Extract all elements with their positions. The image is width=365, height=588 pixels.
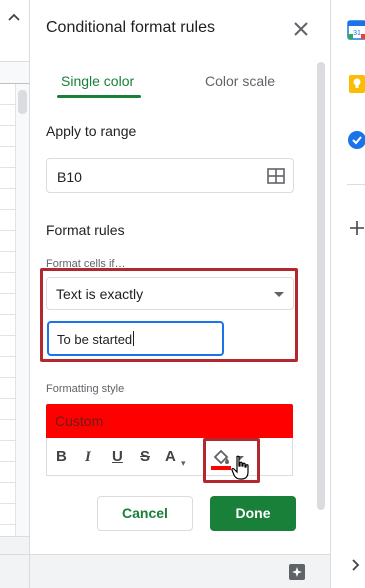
sheet-toolbar [0,0,29,62]
range-input[interactable]: B10 [46,158,294,193]
bold-button[interactable]: B [56,448,67,466]
tab-single-color[interactable]: Single color [61,73,134,89]
format-rules-label: Format rules [46,222,125,238]
range-value: B10 [57,169,82,185]
close-icon[interactable] [292,20,310,38]
strikethrough-button[interactable]: S [140,448,150,466]
svg-text:31: 31 [353,30,361,37]
add-icon[interactable] [349,220,365,236]
side-panel-divider [347,184,365,185]
panel-title: Conditional format rules [46,19,215,36]
sheet-tabs-bar [0,554,29,588]
explore-icon[interactable] [288,563,306,581]
style-preview[interactable]: Custom [46,404,293,438]
side-panel: 31 [330,0,365,588]
panel-bottom-bar [30,554,331,588]
keep-icon[interactable] [347,74,365,94]
tab-color-scale[interactable]: Color scale [205,73,275,89]
style-preview-text: Custom [55,413,104,429]
select-range-grid-icon[interactable] [267,168,285,184]
italic-button[interactable]: I [85,448,91,466]
formatting-style-label: Formatting style [46,383,125,395]
column-header [0,62,29,84]
sheet-scrollbar-track[interactable] [16,84,29,536]
sheet-scrollbar-thumb[interactable] [18,90,27,114]
chevron-right-icon[interactable] [351,558,361,572]
panel-scrollbar-thumb[interactable] [317,62,325,510]
tasks-icon[interactable] [347,130,365,150]
annotation-highlight-box-fill [203,438,260,483]
annotation-highlight-box [40,268,298,362]
text-color-button[interactable]: A [165,448,176,466]
calendar-icon[interactable]: 31 [347,20,365,40]
spreadsheet-area [0,0,29,588]
chevron-up-icon[interactable] [6,9,22,25]
text-color-caret-icon[interactable]: ▾ [181,454,186,472]
apply-range-label: Apply to range [46,123,137,139]
cancel-button[interactable]: Cancel [97,496,193,531]
done-button[interactable]: Done [210,496,296,531]
sheet-horizontal-scrollbar[interactable] [0,536,29,554]
cell-grid[interactable] [0,84,16,536]
conditional-format-panel: Conditional format rules Single color Co… [29,0,331,588]
underline-button[interactable]: U [112,448,123,466]
active-tab-indicator [57,95,141,98]
